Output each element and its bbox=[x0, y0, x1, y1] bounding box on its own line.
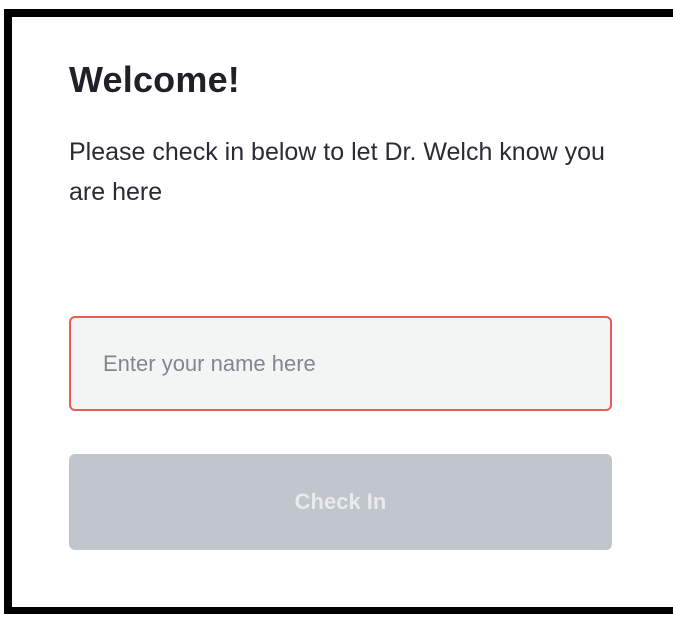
check-in-button[interactable]: Check In bbox=[69, 454, 612, 550]
checkin-window-frame: Welcome! Please check in below to let Dr… bbox=[4, 9, 673, 614]
name-input[interactable] bbox=[69, 316, 612, 411]
welcome-title: Welcome! bbox=[69, 59, 240, 100]
checkin-instructions: Please check in below to let Dr. Welch k… bbox=[69, 138, 605, 206]
checkin-card: Welcome! Please check in below to let Dr… bbox=[69, 58, 614, 550]
